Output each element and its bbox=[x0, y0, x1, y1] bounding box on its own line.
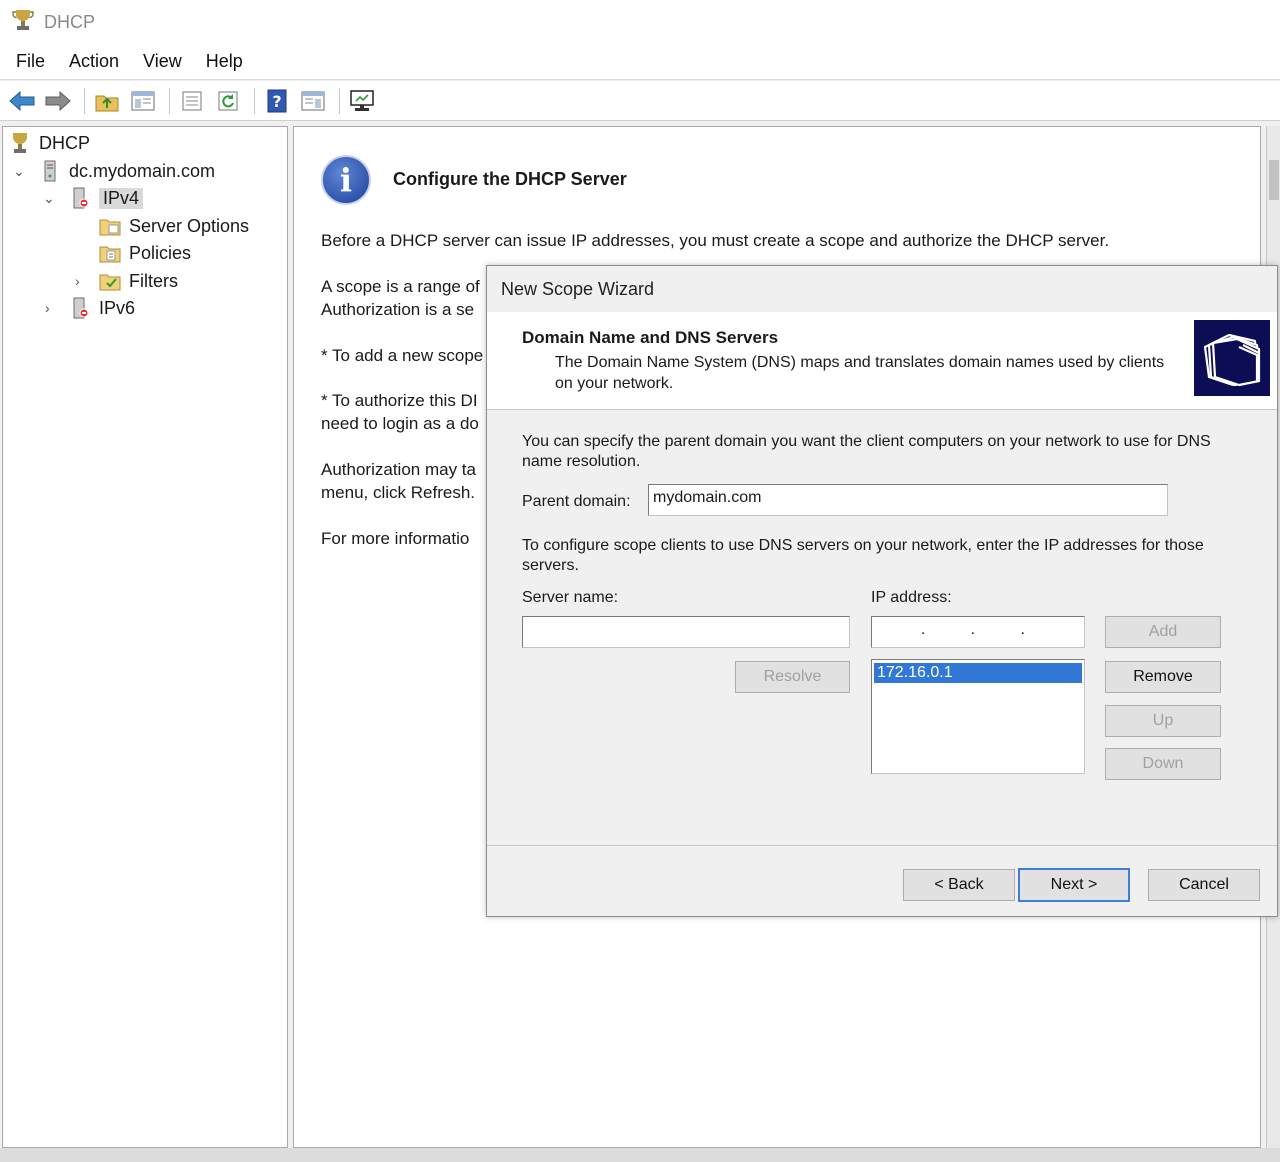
show-hide-tree-icon[interactable] bbox=[127, 86, 159, 116]
title-bar: DHCP bbox=[0, 0, 1280, 44]
toolbar: ? bbox=[0, 81, 1280, 121]
tree-item-label: Policies bbox=[129, 242, 192, 263]
chevron-down-icon[interactable]: ⌄ bbox=[13, 163, 25, 180]
wizard-step-title: Domain Name and DNS Servers bbox=[522, 328, 779, 347]
back-arrow-icon[interactable] bbox=[6, 86, 38, 116]
page-title: Configure the DHCP Server bbox=[393, 169, 627, 189]
scrollbar-thumb[interactable] bbox=[1269, 160, 1279, 200]
menu-action[interactable]: Action bbox=[69, 51, 119, 72]
footer-divider bbox=[487, 845, 1277, 846]
down-button[interactable]: Down bbox=[1105, 748, 1221, 780]
authorization-text-line2: menu, click Refresh. bbox=[321, 483, 475, 502]
folder-options-icon bbox=[99, 215, 121, 237]
back-button[interactable]: < Back bbox=[903, 869, 1015, 901]
help-icon[interactable]: ? bbox=[261, 86, 293, 116]
server-icon bbox=[39, 160, 61, 182]
info-icon: i bbox=[321, 155, 371, 205]
menu-file[interactable]: File bbox=[16, 51, 45, 72]
scope-text-line2: Authorization is a se bbox=[321, 300, 475, 319]
wizard-step-subtitle: The Domain Name System (DNS) maps and tr… bbox=[555, 354, 1165, 392]
window-title: DHCP bbox=[44, 11, 96, 32]
menu-bar: File Action View Help bbox=[0, 44, 1280, 80]
tree-item-label: dc.mydomain.com bbox=[69, 160, 216, 181]
svg-text:?: ? bbox=[272, 92, 281, 111]
monitor-icon[interactable] bbox=[346, 86, 378, 116]
folders-logo-icon bbox=[1194, 320, 1270, 396]
menu-view[interactable]: View bbox=[143, 51, 182, 72]
resolve-button[interactable]: Resolve bbox=[735, 661, 850, 693]
tree-item-policies[interactable]: Policies bbox=[99, 240, 191, 266]
dhcp-trophy-icon bbox=[9, 132, 31, 154]
ip-address-input[interactable]: . . . bbox=[871, 616, 1085, 648]
refresh-icon[interactable] bbox=[212, 86, 244, 116]
status-bar bbox=[0, 1148, 1280, 1162]
policies-icon bbox=[99, 242, 121, 264]
wizard-header: Domain Name and DNS Servers The Domain N… bbox=[487, 312, 1277, 410]
tree-item-dhcp[interactable]: DHCP bbox=[9, 130, 90, 156]
tree-item-label: DHCP bbox=[39, 132, 91, 153]
toolbar-separator bbox=[169, 87, 170, 114]
toolbar-separator bbox=[339, 87, 340, 114]
server-name-label: Server name: bbox=[522, 589, 619, 606]
parent-domain-intro: You can specify the parent domain you wa… bbox=[522, 433, 1211, 470]
parent-domain-label: Parent domain: bbox=[522, 493, 631, 510]
ip-address-label: IP address: bbox=[871, 589, 952, 606]
ip-address-list[interactable]: 172.16.0.1 bbox=[871, 659, 1085, 774]
toolbar-separator bbox=[254, 87, 255, 114]
chevron-right-icon[interactable]: › bbox=[45, 300, 50, 316]
tree-item-label: Server Options bbox=[129, 215, 250, 236]
dns-servers-intro: To configure scope clients to use DNS se… bbox=[522, 537, 1204, 574]
cancel-button[interactable]: Cancel bbox=[1148, 869, 1260, 901]
up-folder-icon[interactable] bbox=[91, 86, 123, 116]
ipv6-icon bbox=[69, 297, 91, 319]
chevron-right-icon[interactable]: › bbox=[75, 273, 80, 289]
parent-domain-input[interactable]: mydomain.com bbox=[648, 484, 1168, 516]
filters-icon bbox=[99, 270, 121, 292]
tree-item-server-options[interactable]: Server Options bbox=[99, 213, 249, 239]
tree-item-label: IPv4 bbox=[99, 187, 144, 209]
remove-button[interactable]: Remove bbox=[1105, 661, 1221, 693]
tree-pane: DHCP ⌄ dc.mydomain.com ⌄ IPv4 Server Opt… bbox=[2, 126, 288, 1148]
scope-text-line1: A scope is a range of bbox=[321, 277, 480, 296]
menu-help[interactable]: Help bbox=[206, 51, 243, 72]
tree-item-server[interactable]: ⌄ dc.mydomain.com bbox=[13, 158, 216, 184]
server-name-input[interactable] bbox=[522, 616, 850, 648]
tree-item-filters[interactable]: › Filters bbox=[75, 268, 178, 294]
next-button[interactable]: Next > bbox=[1018, 868, 1130, 902]
dhcp-trophy-icon bbox=[12, 8, 34, 37]
add-button[interactable]: Add bbox=[1105, 616, 1221, 648]
authorize-text-line2: need to login as a do bbox=[321, 414, 479, 433]
details-view-icon[interactable] bbox=[297, 86, 329, 116]
tree-item-label: Filters bbox=[129, 270, 178, 291]
tree-item-ipv4[interactable]: ⌄ IPv4 bbox=[43, 185, 144, 211]
intro-text: Before a DHCP server can issue IP addres… bbox=[321, 231, 1110, 250]
more-info-text: For more informatio bbox=[321, 529, 470, 548]
add-scope-text: * To add a new scope bbox=[321, 346, 484, 365]
list-item[interactable]: 172.16.0.1 bbox=[874, 663, 1082, 683]
dialog-title: New Scope Wizard bbox=[501, 279, 655, 299]
toolbar-separator bbox=[84, 87, 85, 114]
authorization-text-line1: Authorization may ta bbox=[321, 460, 476, 479]
tree-item-label: IPv6 bbox=[99, 297, 136, 318]
authorize-text-line1: * To authorize this DI bbox=[321, 391, 478, 410]
ipv4-icon bbox=[69, 187, 91, 209]
up-button[interactable]: Up bbox=[1105, 705, 1221, 737]
forward-arrow-icon[interactable] bbox=[42, 86, 74, 116]
properties-icon[interactable] bbox=[176, 86, 208, 116]
tree-item-ipv6[interactable]: › IPv6 bbox=[45, 295, 136, 321]
chevron-down-icon[interactable]: ⌄ bbox=[43, 190, 55, 207]
new-scope-wizard-dialog: New Scope Wizard Domain Name and DNS Ser… bbox=[486, 265, 1278, 917]
